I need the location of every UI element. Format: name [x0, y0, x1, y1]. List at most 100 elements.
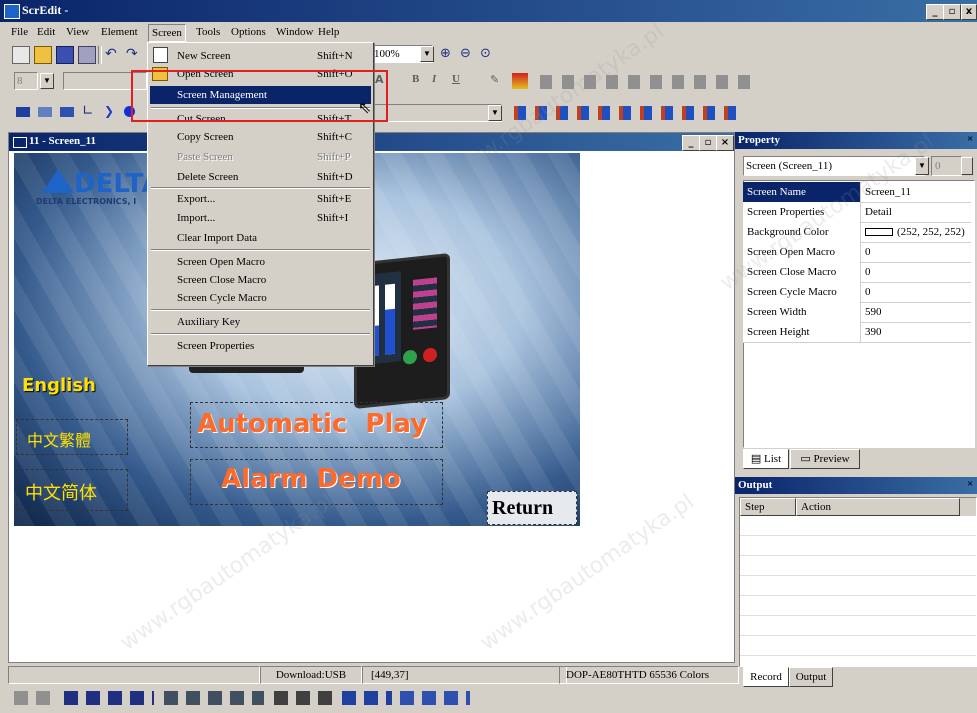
screen-menu-item[interactable]: Screen Open Macro: [150, 253, 371, 271]
screen-menu-item[interactable]: Screen Close Macro: [150, 271, 371, 289]
property-value[interactable]: Detail: [861, 202, 975, 222]
editor-close-button[interactable]: ×: [716, 135, 734, 151]
redo-icon[interactable]: ↷: [126, 46, 142, 62]
preview-icon: ▭: [800, 453, 814, 465]
chevron-down-icon[interactable]: ▼: [488, 105, 502, 121]
automatic-play-button[interactable]: Automatic Play: [190, 402, 443, 448]
property-row[interactable]: Screen Width 590: [743, 302, 971, 323]
screen-menu-item[interactable]: Export... Shift+E: [150, 190, 371, 208]
english-button[interactable]: English: [22, 375, 118, 399]
tab-output[interactable]: Output: [789, 667, 833, 687]
menu-file[interactable]: File: [8, 24, 31, 40]
zoom-fit-icon[interactable]: ⊙: [480, 46, 496, 62]
property-key: Screen Width: [743, 302, 861, 322]
pen-icon[interactable]: ✎: [490, 73, 506, 89]
underline-icon[interactable]: U: [452, 73, 468, 89]
menu-window[interactable]: Window: [273, 24, 316, 40]
size-icons[interactable]: [274, 691, 334, 705]
property-value[interactable]: 390: [861, 322, 975, 342]
alignment-icons[interactable]: [540, 75, 760, 89]
align-icons[interactable]: [164, 691, 264, 705]
screen-menu-item[interactable]: Delete Screen Shift+D: [150, 168, 371, 186]
close-icon[interactable]: ×: [967, 478, 973, 490]
menu-tools[interactable]: Tools: [193, 24, 223, 40]
close-icon[interactable]: ×: [967, 133, 973, 145]
tab-list-label: List: [764, 453, 782, 465]
menu-view[interactable]: View: [63, 24, 92, 40]
screen-menu-item[interactable]: Import... Shift+I: [150, 209, 371, 227]
element-combo[interactable]: [372, 104, 502, 122]
menu-edit[interactable]: Edit: [34, 24, 58, 40]
editor-maximize-button[interactable]: ▫: [699, 135, 717, 151]
col-step[interactable]: Step: [740, 498, 796, 516]
lamp-element-icon[interactable]: [38, 107, 52, 117]
menu-bar: [0, 22, 977, 42]
property-row[interactable]: Screen Name Screen_11: [743, 182, 971, 203]
property-value[interactable]: 0: [861, 242, 975, 262]
property-value[interactable]: 0: [861, 262, 975, 282]
alarm-demo-button[interactable]: Alarm Demo: [190, 459, 443, 505]
screen-menu-item[interactable]: Clear Import Data: [150, 229, 371, 247]
close-button[interactable]: x: [961, 4, 977, 20]
property-value[interactable]: 0: [861, 282, 975, 302]
menu-screen[interactable]: Screen: [148, 24, 186, 42]
italic-icon[interactable]: I: [432, 73, 448, 89]
center-icons[interactable]: [400, 691, 470, 705]
spacing-icons[interactable]: [342, 691, 392, 705]
tab-record[interactable]: Record: [743, 667, 789, 687]
save-icon[interactable]: [56, 46, 74, 64]
layer-tool-icons[interactable]: [514, 106, 739, 120]
property-row[interactable]: Screen Open Macro 0: [743, 242, 971, 263]
menu-options[interactable]: Options: [228, 24, 269, 40]
return-button[interactable]: Return: [487, 491, 577, 525]
property-value[interactable]: (252, 252, 252): [861, 222, 975, 242]
bold-icon[interactable]: B: [412, 73, 428, 89]
save-as-icon[interactable]: [78, 46, 96, 64]
output-header: Step Action: [740, 498, 976, 517]
arrow-element-icon[interactable]: ❯: [104, 105, 120, 121]
chevron-down-icon[interactable]: ▼: [40, 73, 54, 89]
zoom-in-icon[interactable]: ⊕: [440, 46, 456, 62]
screen-menu-item[interactable]: Auxiliary Key: [150, 313, 371, 331]
screen-menu-item[interactable]: Screen Properties: [150, 337, 371, 355]
col-action[interactable]: Action: [796, 498, 960, 516]
simplified-chinese-button[interactable]: 中文简体: [16, 469, 128, 511]
zoom-out-icon[interactable]: ⊖: [460, 46, 476, 62]
editor-minimize-button[interactable]: _: [682, 135, 700, 151]
property-value[interactable]: Screen_11: [861, 182, 975, 202]
color-palette-icon[interactable]: [512, 73, 528, 89]
menu-element[interactable]: Element: [98, 24, 141, 40]
button-element-icon[interactable]: [16, 107, 30, 117]
spin-field[interactable]: 0: [931, 156, 962, 176]
property-row[interactable]: Screen Properties Detail: [743, 202, 971, 223]
minimize-button[interactable]: _: [926, 4, 944, 20]
screen-menu-item[interactable]: Screen Cycle Macro: [150, 289, 371, 307]
undo-icon[interactable]: ↶: [105, 46, 121, 62]
tab-list[interactable]: ▤ List: [743, 449, 789, 469]
menu-help[interactable]: Help: [315, 24, 342, 40]
font-size-combo[interactable]: 8: [14, 72, 38, 90]
tab-preview[interactable]: ▭ Preview: [790, 449, 860, 469]
switch-element-icon[interactable]: [60, 107, 74, 117]
group-icons[interactable]: [14, 691, 54, 705]
menu-item-shortcut: Shift+C: [317, 131, 352, 143]
screen-menu-item[interactable]: New Screen Shift+N: [150, 47, 371, 65]
traditional-chinese-button[interactable]: 中文繁體: [16, 419, 128, 455]
line-element-icon[interactable]: ∟: [82, 104, 98, 121]
screen-menu-item[interactable]: Copy Screen Shift+C: [150, 128, 371, 146]
menu-item-label: Import...: [177, 212, 216, 224]
chevron-down-icon[interactable]: ▼: [915, 157, 929, 175]
order-icons[interactable]: [64, 691, 154, 705]
property-row[interactable]: Screen Cycle Macro 0: [743, 282, 971, 303]
chevron-down-icon[interactable]: ▼: [420, 46, 434, 62]
property-value[interactable]: 590: [861, 302, 975, 322]
new-file-icon[interactable]: [12, 46, 30, 64]
return-label: Return: [492, 497, 554, 519]
property-row[interactable]: Screen Height 390: [743, 322, 971, 343]
spin-button[interactable]: [961, 157, 973, 175]
property-row[interactable]: Background Color (252, 252, 252): [743, 222, 971, 243]
maximize-button[interactable]: ▫: [943, 4, 961, 20]
property-row[interactable]: Screen Close Macro 0: [743, 262, 971, 283]
object-selector[interactable]: Screen (Screen_11): [743, 156, 925, 176]
open-folder-icon[interactable]: [34, 46, 52, 64]
